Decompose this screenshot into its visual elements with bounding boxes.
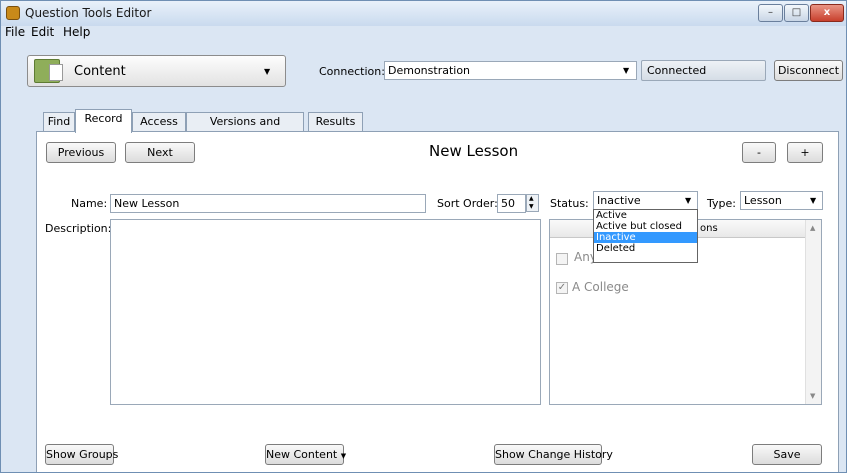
menu-bar: File Edit Help bbox=[1, 23, 846, 41]
scroll-down-icon[interactable]: ▼ bbox=[810, 392, 815, 400]
tab-versions-and-screens[interactable]: Versions and Screens bbox=[186, 112, 304, 146]
description-field[interactable] bbox=[110, 219, 541, 405]
chevron-down-icon: ▼ bbox=[810, 196, 817, 205]
chevron-down-icon: ▼ bbox=[264, 67, 271, 76]
list-item-checkbox[interactable]: ✓ bbox=[556, 282, 568, 294]
status-option-deleted[interactable]: Deleted bbox=[594, 243, 697, 254]
menu-edit[interactable]: Edit bbox=[31, 25, 54, 39]
connection-status: Connected bbox=[641, 60, 766, 81]
name-label: Name: bbox=[71, 197, 108, 210]
maximize-button[interactable]: □ bbox=[784, 4, 809, 22]
new-content-label: New Content bbox=[266, 448, 338, 461]
tab-access[interactable]: Access bbox=[132, 112, 186, 132]
show-change-history-button[interactable]: Show Change History bbox=[494, 444, 613, 465]
window-title: Question Tools Editor bbox=[25, 6, 152, 20]
minimize-button[interactable]: – bbox=[758, 4, 783, 22]
app-window: Question Tools Editor – □ x File Edit He… bbox=[0, 0, 847, 473]
toolbar: Content ▼ Connection: Demonstration ▼ Co… bbox=[1, 41, 846, 111]
description-label: Description: bbox=[45, 222, 112, 235]
record-heading: New Lesson bbox=[429, 142, 519, 160]
list-header-text: ons bbox=[700, 223, 718, 234]
show-groups-button[interactable]: Show Groups bbox=[45, 444, 118, 465]
status-option-inactive[interactable]: Inactive bbox=[594, 232, 697, 243]
app-icon bbox=[6, 6, 20, 20]
new-content-button[interactable]: New Content ▼ bbox=[265, 444, 347, 465]
status-dropdown: Active Active but closed Inactive Delete… bbox=[593, 209, 698, 263]
chevron-down-icon: ▼ bbox=[685, 196, 692, 205]
chevron-down-icon: ▼ bbox=[623, 66, 630, 75]
list-item-checkbox[interactable] bbox=[556, 253, 568, 265]
sort-order-field[interactable]: 50 bbox=[497, 194, 526, 213]
scroll-up-icon[interactable]: ▲ bbox=[810, 224, 815, 232]
name-field[interactable]: New Lesson bbox=[110, 194, 426, 213]
content-folder-icon bbox=[34, 59, 63, 83]
save-button[interactable]: Save bbox=[752, 444, 822, 465]
type-value: Lesson bbox=[744, 194, 782, 207]
sort-order-stepper[interactable]: ▲ ▼ bbox=[526, 194, 539, 212]
disconnect-button[interactable]: Disconnect bbox=[774, 60, 843, 81]
menu-help[interactable]: Help bbox=[63, 25, 90, 39]
sort-order-label: Sort Order: bbox=[437, 197, 498, 210]
connection-label: Connection: bbox=[319, 65, 385, 78]
remove-button[interactable]: - bbox=[742, 142, 776, 163]
tab-results[interactable]: Results bbox=[308, 112, 363, 132]
status-label: Status: bbox=[550, 197, 589, 210]
content-selector[interactable]: Content ▼ bbox=[27, 55, 286, 87]
close-button[interactable]: x bbox=[810, 4, 844, 22]
status-select[interactable]: Inactive ▼ bbox=[593, 191, 698, 210]
status-option-active[interactable]: Active bbox=[594, 210, 697, 221]
menu-file[interactable]: File bbox=[5, 25, 25, 39]
content-selector-label: Content bbox=[74, 64, 126, 79]
stepper-down-icon[interactable]: ▼ bbox=[529, 203, 534, 210]
connection-select[interactable]: Demonstration ▼ bbox=[384, 61, 637, 80]
tab-find[interactable]: Find bbox=[43, 112, 75, 132]
add-button[interactable]: + bbox=[787, 142, 823, 163]
previous-button[interactable]: Previous bbox=[46, 142, 116, 163]
status-value: Inactive bbox=[597, 194, 641, 207]
stepper-up-icon[interactable]: ▲ bbox=[529, 195, 534, 202]
type-select[interactable]: Lesson ▼ bbox=[740, 191, 823, 210]
list-scrollbar[interactable]: ▲ ▼ bbox=[805, 220, 821, 404]
status-option-active-but-closed[interactable]: Active but closed bbox=[594, 221, 697, 232]
next-button[interactable]: Next bbox=[125, 142, 195, 163]
tab-record[interactable]: Record bbox=[75, 109, 132, 133]
type-label: Type: bbox=[707, 197, 736, 210]
chevron-down-icon: ▼ bbox=[340, 452, 347, 460]
list-item-label: A College bbox=[572, 280, 629, 294]
connection-value: Demonstration bbox=[388, 64, 471, 77]
